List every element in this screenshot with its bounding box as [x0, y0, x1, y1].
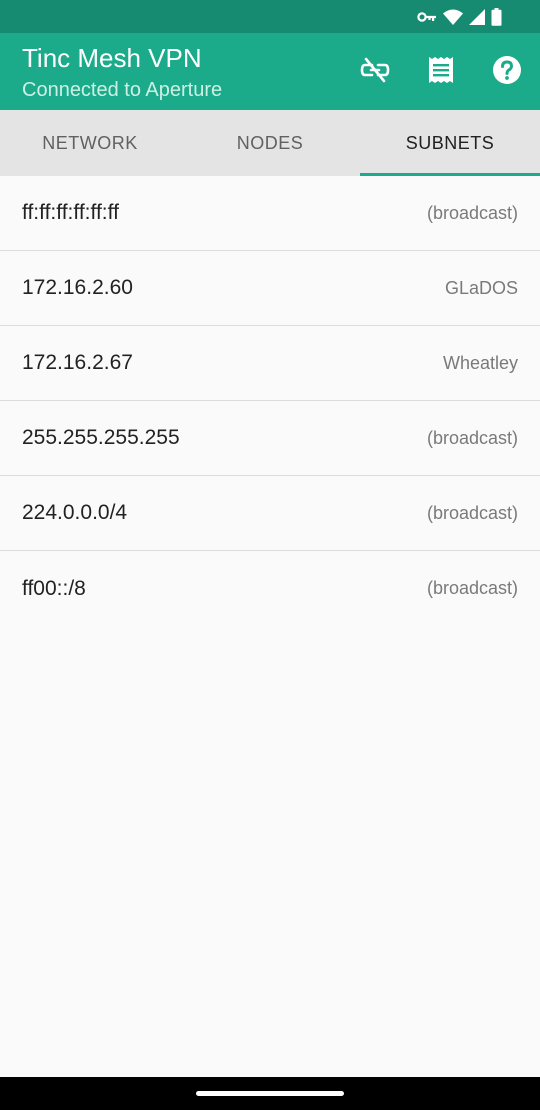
status-bar [0, 0, 540, 33]
subnet-owner: Wheatley [442, 352, 518, 373]
list-item[interactable]: 172.16.2.67 Wheatley [0, 326, 540, 401]
logs-icon [428, 56, 454, 89]
list-item[interactable]: ff00::/8 (broadcast) [0, 551, 540, 626]
subnet-address: 255.255.255.255 [22, 426, 180, 449]
logs-button[interactable] [421, 52, 461, 92]
tab-label: SUBNETS [405, 132, 495, 153]
subnet-address: 224.0.0.0/4 [22, 501, 128, 524]
subnet-owner: (broadcast) [426, 427, 518, 448]
home-gesture-handle[interactable] [196, 1091, 344, 1096]
tab-bar: NETWORK NODES SUBNETS [0, 110, 540, 176]
tab-label: NODES [236, 132, 304, 153]
subnet-list: ff:ff:ff:ff:ff:ff (broadcast) 172.16.2.6… [0, 176, 540, 626]
wifi-icon [443, 9, 463, 25]
help-button[interactable] [487, 52, 527, 92]
app-bar: Tinc Mesh VPN Connected to Aperture [0, 33, 540, 110]
subnet-address: 172.16.2.60 [22, 276, 133, 299]
help-icon [492, 55, 522, 90]
list-item[interactable]: ff:ff:ff:ff:ff:ff (broadcast) [0, 176, 540, 251]
tab-nodes[interactable]: NODES [180, 110, 360, 176]
tab-network[interactable]: NETWORK [0, 110, 180, 176]
tab-label: NETWORK [42, 132, 138, 153]
subnet-address: ff00::/8 [22, 576, 86, 600]
subnet-owner: GLaDOS [444, 277, 518, 298]
status-icons [417, 8, 502, 26]
subnet-owner: (broadcast) [426, 202, 518, 223]
cellular-signal-icon [469, 9, 485, 25]
subnet-owner: (broadcast) [426, 578, 518, 598]
battery-icon [491, 8, 502, 26]
subnet-owner: (broadcast) [426, 502, 518, 523]
subnet-address: 172.16.2.67 [22, 351, 133, 374]
disconnect-button[interactable] [355, 52, 395, 92]
list-item[interactable]: 224.0.0.0/4 (broadcast) [0, 476, 540, 551]
disconnect-icon [360, 55, 390, 90]
subnet-address: ff:ff:ff:ff:ff:ff [22, 201, 119, 224]
connection-status: Connected to Aperture [22, 79, 223, 101]
list-item[interactable]: 255.255.255.255 (broadcast) [0, 401, 540, 476]
vpn-key-icon [417, 11, 437, 23]
list-item[interactable]: 172.16.2.60 GLaDOS [0, 251, 540, 326]
tab-subnets[interactable]: SUBNETS [360, 110, 540, 176]
navigation-bar [0, 1077, 540, 1110]
app-title: Tinc Mesh VPN [22, 43, 202, 73]
